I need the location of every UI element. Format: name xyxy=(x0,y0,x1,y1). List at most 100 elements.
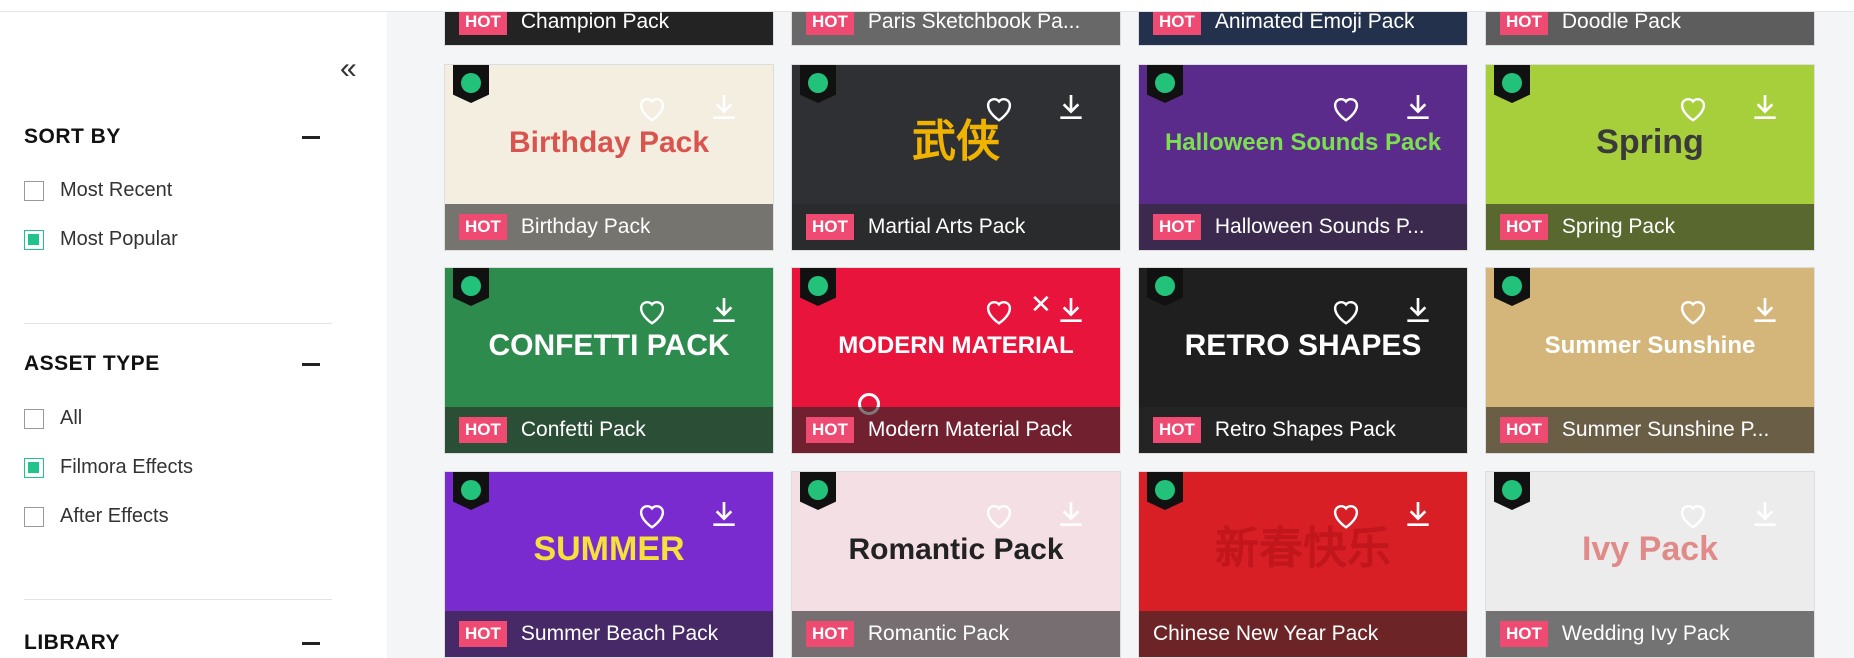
sort-by-options: Most Recent Most Popular xyxy=(24,179,332,269)
effects-grid: HOT Champion Pack HOT Paris Sketchbook Pa..… xyxy=(387,0,1854,658)
effect-card[interactable]: SUMMER HOT Summer Beach Pack xyxy=(444,471,774,658)
effect-card[interactable]: Romantic Pack HOT Romantic Pack xyxy=(791,471,1121,658)
card-title: Romantic Pack xyxy=(867,622,1010,645)
library-title: LIBRARY xyxy=(24,631,121,654)
heart-icon[interactable] xyxy=(1676,93,1710,128)
hot-badge: HOT xyxy=(1500,621,1548,647)
heart-icon[interactable] xyxy=(1676,296,1710,331)
heart-icon[interactable] xyxy=(982,500,1016,535)
card-caption: HOT Modern Material Pack xyxy=(792,407,1120,453)
download-icon[interactable] xyxy=(1401,498,1435,535)
download-icon[interactable] xyxy=(707,294,741,331)
thumbnail-title: Ivy Pack xyxy=(1581,529,1719,568)
card-title: Summer Beach Pack xyxy=(520,622,719,645)
sort-by-title: SORT BY xyxy=(24,125,121,148)
effect-card[interactable]: MODERN MATERIAL ✕ HOT Modern Material Pack xyxy=(791,267,1121,454)
heart-icon[interactable] xyxy=(1676,500,1710,535)
hot-badge: HOT xyxy=(459,9,507,35)
hot-badge: HOT xyxy=(459,417,507,443)
card-caption: HOT Romantic Pack xyxy=(792,611,1120,657)
sort-by-section: SORT BY xyxy=(24,125,332,149)
download-icon[interactable] xyxy=(1054,91,1088,128)
download-icon[interactable] xyxy=(1054,294,1088,331)
card-caption: HOT Retro Shapes Pack xyxy=(1139,407,1467,453)
card-caption: HOT Martial Arts Pack xyxy=(792,204,1120,250)
thumbnail-title: RETRO SHAPES xyxy=(1184,328,1422,362)
hot-badge: HOT xyxy=(1153,9,1201,35)
hot-badge: HOT xyxy=(806,621,854,647)
library-section: LIBRARY xyxy=(24,631,332,655)
card-title: Confetti Pack xyxy=(520,418,646,441)
checkbox[interactable] xyxy=(24,180,44,201)
checkbox[interactable] xyxy=(24,506,44,527)
hot-badge: HOT xyxy=(1500,9,1548,35)
effect-card[interactable]: RETRO SHAPES HOT Retro Shapes Pack xyxy=(1138,267,1468,454)
card-title: Chinese New Year Pack xyxy=(1153,622,1379,645)
download-icon[interactable] xyxy=(1401,91,1435,128)
card-title: Summer Sunshine P... xyxy=(1561,418,1770,441)
option-label: After Effects xyxy=(60,505,169,527)
card-title: Animated Emoji Pack xyxy=(1214,10,1415,33)
checkbox-checked[interactable] xyxy=(24,229,44,250)
heart-icon[interactable] xyxy=(982,93,1016,128)
hot-badge: HOT xyxy=(1500,214,1548,240)
heart-icon[interactable] xyxy=(1329,296,1363,331)
effect-card[interactable]: Halloween Sounds Pack HOT Halloween Sounds… xyxy=(1138,64,1468,251)
thumbnail-title: MODERN MATERIAL xyxy=(838,331,1074,359)
effect-card[interactable]: 武侠 HOT Martial Arts Pack xyxy=(791,64,1121,251)
checkbox-checked[interactable] xyxy=(24,457,44,478)
card-title: Doodle Pack xyxy=(1561,10,1681,33)
card-title: Wedding Ivy Pack xyxy=(1561,622,1730,645)
download-icon[interactable] xyxy=(1748,91,1782,128)
effect-card[interactable]: CONFETTI PACK HOT Confetti Pack xyxy=(444,267,774,454)
option-after-effects[interactable]: After Effects xyxy=(24,505,169,528)
hot-badge: HOT xyxy=(459,214,507,240)
effect-card[interactable]: Birthday Pack HOT Birthday Pack xyxy=(444,64,774,251)
option-all[interactable]: All xyxy=(24,407,82,430)
checkbox[interactable] xyxy=(24,408,44,429)
option-label: All xyxy=(60,407,83,429)
asset-type-title: ASSET TYPE xyxy=(24,352,160,375)
collapse-asset-type-icon[interactable] xyxy=(302,363,320,366)
hot-badge: HOT xyxy=(806,9,854,35)
option-label: Most Popular xyxy=(60,228,178,250)
card-title: Halloween Sounds P... xyxy=(1214,215,1425,238)
download-icon[interactable] xyxy=(707,498,741,535)
heart-icon[interactable] xyxy=(982,296,1016,331)
heart-icon[interactable] xyxy=(635,296,669,331)
asset-type-section: ASSET TYPE xyxy=(24,352,332,376)
heart-icon[interactable] xyxy=(1329,93,1363,128)
thumbnail-title: SUMMER xyxy=(533,529,685,568)
hot-badge: HOT xyxy=(806,214,854,240)
download-icon[interactable] xyxy=(1748,294,1782,331)
card-title: Paris Sketchbook Pa... xyxy=(867,10,1081,33)
effect-card[interactable]: 新春快乐 Chinese New Year Pack xyxy=(1138,471,1468,658)
collapse-library-icon[interactable] xyxy=(302,642,320,645)
option-filmora-effects[interactable]: Filmora Effects xyxy=(24,456,193,479)
divider xyxy=(24,323,332,324)
collapse-sort-by-icon[interactable] xyxy=(302,136,320,139)
thumbnail-title: Birthday Pack xyxy=(508,125,710,159)
effect-card[interactable]: Spring HOT Spring Pack xyxy=(1485,64,1815,251)
option-most-popular[interactable]: Most Popular xyxy=(24,228,178,251)
effect-card[interactable]: Summer Sunshine HOT Summer Sunshine P... xyxy=(1485,267,1815,454)
heart-icon[interactable] xyxy=(635,500,669,535)
heart-icon[interactable] xyxy=(1329,500,1363,535)
close-icon[interactable]: ✕ xyxy=(1030,291,1052,317)
heart-icon[interactable] xyxy=(635,93,669,128)
thumbnail-title: CONFETTI PACK xyxy=(488,328,730,362)
card-caption: Chinese New Year Pack xyxy=(1139,611,1467,657)
card-caption: HOT Halloween Sounds P... xyxy=(1139,204,1467,250)
card-caption: HOT Confetti Pack xyxy=(445,407,773,453)
download-icon[interactable] xyxy=(1748,498,1782,535)
hot-badge: HOT xyxy=(459,621,507,647)
download-icon[interactable] xyxy=(707,91,741,128)
option-label: Filmora Effects xyxy=(60,456,193,478)
option-most-recent[interactable]: Most Recent xyxy=(24,179,172,202)
effect-card[interactable]: Ivy Pack HOT Wedding Ivy Pack xyxy=(1485,471,1815,658)
download-icon[interactable] xyxy=(1054,498,1088,535)
download-icon[interactable] xyxy=(1401,294,1435,331)
hot-badge: HOT xyxy=(1153,417,1201,443)
card-title: Birthday Pack xyxy=(520,215,651,238)
double-chevron-left-icon[interactable]: « xyxy=(340,54,357,84)
